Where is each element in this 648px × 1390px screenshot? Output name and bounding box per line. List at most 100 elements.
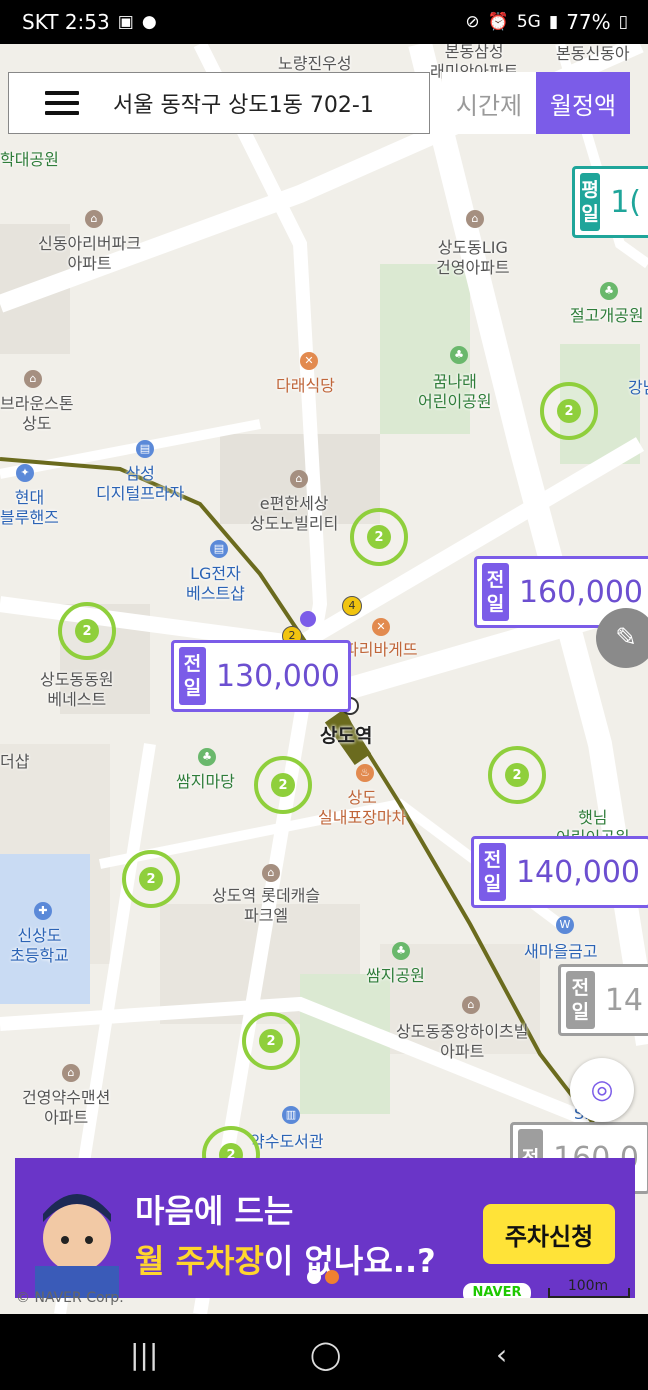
status-bar: SKT 2:53 ▣ ● ⊘ ⏰ 5G ▮ 77% ▯ — [0, 0, 648, 44]
cluster-count: 2 — [75, 619, 99, 643]
parking-cluster[interactable]: 2 — [350, 508, 408, 566]
day-type-badge: 전일 — [479, 843, 506, 901]
parking-cluster[interactable]: 2 — [58, 602, 116, 660]
price-label: 140,000 — [515, 854, 640, 890]
map-label: 신동아리버파크 아파트 — [38, 234, 142, 273]
map-label: LG전자 베스트샵 — [186, 564, 245, 603]
repair-icon: ✦ — [16, 464, 34, 482]
map-label: 강남 — [628, 378, 648, 397]
apartment-icon: ⌂ — [24, 370, 42, 388]
map-scale: 100m — [548, 1278, 630, 1298]
parking-cluster[interactable]: 2 — [254, 756, 312, 814]
map-label: 삼성 디지털프라자 — [96, 464, 185, 503]
price-label: 160,000 — [518, 574, 643, 610]
pencil-icon: ✎ — [615, 623, 637, 653]
ad-headline: 마음에 드는 — [135, 1192, 294, 1230]
tab-monthly[interactable]: 월정액 — [536, 72, 630, 134]
recent-apps-icon[interactable]: ||| — [130, 1338, 158, 1371]
restaurant-icon: ✕ — [300, 352, 318, 370]
cluster-count: 2 — [259, 1029, 283, 1053]
map-label: 쌈지공원 — [366, 966, 425, 985]
cluster-count: 2 — [271, 773, 295, 797]
edit-button[interactable]: ✎ — [596, 608, 648, 668]
carrier-time: SKT 2:53 — [22, 10, 110, 34]
map-label: 쌈지마당 — [176, 772, 235, 791]
parking-cluster[interactable]: 2 — [488, 746, 546, 804]
park-icon: ♣ — [198, 748, 216, 766]
price-marker[interactable]: 전일 130,000 — [171, 640, 351, 712]
cluster-count: 2 — [505, 763, 529, 787]
silent-icon: ⊘ — [465, 12, 480, 32]
cluster-count: 2 — [557, 399, 581, 423]
current-address: 서울 동작구 상도1동 702-1 — [113, 93, 374, 118]
parking-cluster[interactable]: 2 — [122, 850, 180, 908]
map-label: 상도역 롯데캐슬 파크엘 — [212, 886, 321, 925]
menu-icon[interactable] — [45, 91, 79, 115]
back-icon[interactable]: ‹ — [496, 1338, 507, 1371]
apply-parking-button[interactable]: 주차신청 — [483, 1204, 615, 1264]
location-target-icon: ◎ — [590, 1075, 614, 1105]
day-type-badge: 평일 — [580, 173, 601, 231]
price-marker[interactable]: 평일 1( — [572, 166, 648, 238]
park-icon: ♣ — [450, 346, 468, 364]
shop-icon: ▤ — [210, 540, 228, 558]
fee-type-toggle: 시간제 월정액 — [442, 72, 630, 134]
map-copyright: © NAVER Corp. — [16, 1290, 124, 1306]
map-label: 브라운스톤 상도 — [0, 394, 74, 433]
parking-cluster[interactable]: 2 — [242, 1012, 300, 1070]
price-label: 130,000 — [215, 658, 340, 694]
map-label: e편한세상 상도노빌리티 — [250, 494, 339, 533]
map-label: 학대공원 — [0, 150, 59, 169]
map-label: 본동신동아 — [556, 44, 630, 63]
person-illustration — [35, 1194, 119, 1298]
home-icon[interactable]: ◯ — [310, 1338, 341, 1371]
apartment-icon: ⌂ — [85, 210, 103, 228]
map-label: 더샵 — [0, 752, 30, 771]
map-label: 현대 블루핸즈 — [0, 488, 59, 527]
map-label: 절고개공원 — [570, 306, 644, 325]
cluster-count: 2 — [367, 525, 391, 549]
talk-icon: ● — [141, 12, 157, 32]
shop-icon: ▤ — [136, 440, 154, 458]
park-icon: ♣ — [392, 942, 410, 960]
carousel-indicator — [307, 1270, 339, 1284]
map-view[interactable]: 본동삼성래미안아파트 본동신동아 노량진우성 학대공원 ⌂ 신동아리버파크아파트… — [0, 44, 648, 1314]
tab-hourly[interactable]: 시간제 — [442, 72, 536, 134]
apartment-icon: ⌂ — [462, 996, 480, 1014]
map-label: 파리바게뜨 — [344, 640, 418, 659]
map-label: 약수도서관 — [250, 1132, 324, 1151]
battery-level: 77% — [566, 10, 611, 34]
network-icon: 5G — [516, 12, 541, 32]
my-location-button[interactable]: ◎ — [570, 1058, 634, 1122]
address-search-bar[interactable]: 서울 동작구 상도1동 702-1 — [8, 72, 430, 134]
day-type-badge: 전일 — [566, 971, 595, 1029]
system-nav-bar: ||| ◯ ‹ — [0, 1314, 648, 1390]
map-label: 상도동LIG 건영아파트 — [436, 238, 510, 277]
battery-icon: ▯ — [618, 12, 628, 32]
price-label: 1( — [610, 184, 641, 220]
map-label: 상도 실내포장마차 — [318, 788, 407, 827]
library-icon: ▥ — [282, 1106, 300, 1124]
signal-icon: ▮ — [548, 12, 559, 32]
ad-banner[interactable]: 마음에 드는 월 주차장이 없나요..? 주차신청 NAVER — [15, 1158, 635, 1298]
apartment-icon: ⌂ — [62, 1064, 80, 1082]
alarm-icon: ⏰ — [487, 12, 509, 32]
ad-line2-rest: 이 없나요..? — [263, 1242, 436, 1280]
map-label: 노량진우성 — [278, 54, 352, 73]
apartment-icon: ⌂ — [262, 864, 280, 882]
bank-icon: W — [556, 916, 574, 934]
ad-highlight: 월 주차장 — [135, 1242, 264, 1280]
gallery-icon: ▣ — [117, 12, 134, 32]
school-icon: ✚ — [34, 902, 52, 920]
price-label: 14 — [604, 982, 643, 1018]
map-label: 건영약수맨션 아파트 — [22, 1088, 111, 1127]
map-label: 새마을금고 — [524, 942, 598, 961]
naver-logo: NAVER — [463, 1283, 531, 1298]
line-4-badge: 4 — [342, 596, 362, 616]
price-marker[interactable]: 전일 140,000 — [471, 836, 648, 908]
restaurant-icon: ✕ — [372, 618, 390, 636]
map-label: 상도동중앙하이츠빌 아파트 — [396, 1022, 529, 1061]
parking-cluster[interactable]: 2 — [540, 382, 598, 440]
apartment-icon: ⌂ — [466, 210, 484, 228]
price-marker[interactable]: 전일 14 — [558, 964, 648, 1036]
